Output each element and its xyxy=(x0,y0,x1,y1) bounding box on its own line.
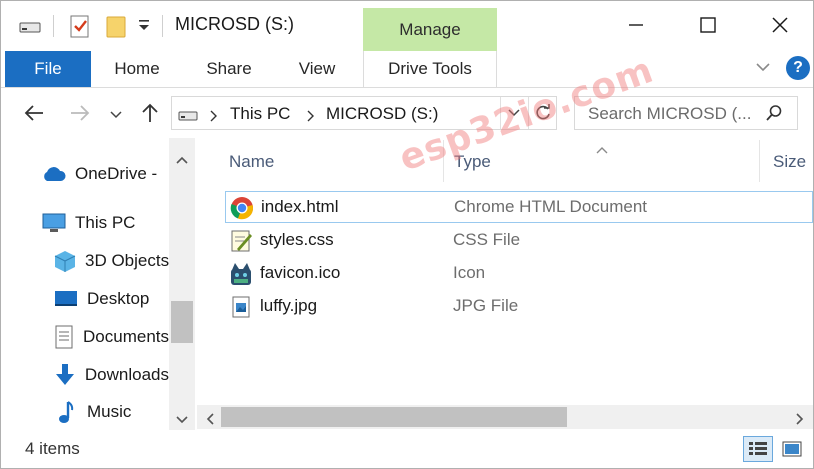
minimize-button[interactable] xyxy=(618,9,654,41)
jpg-file-icon xyxy=(229,295,253,319)
title-bar: MICROSD (S:) Manage xyxy=(1,1,813,51)
favicon-image-icon xyxy=(229,262,253,286)
tab-file[interactable]: File xyxy=(5,51,91,87)
music-note-icon xyxy=(53,400,79,424)
sidebar-item-label: Documents xyxy=(83,327,169,346)
table-row[interactable]: luffy.jpg JPG File xyxy=(225,291,813,323)
manage-context-tab[interactable]: Manage xyxy=(363,8,497,51)
sidebar-item-onedrive[interactable]: OneDrive - xyxy=(41,159,157,189)
ribbon-tab-bar: File Home Share View Drive Tools ? xyxy=(1,51,813,88)
file-type: Icon xyxy=(453,263,486,282)
sidebar-item-downloads[interactable]: Downloads xyxy=(53,360,169,390)
file-name: luffy.jpg xyxy=(260,296,318,315)
expand-ribbon-chevron-icon[interactable] xyxy=(753,57,773,82)
cloud-icon xyxy=(41,162,67,186)
scroll-down-icon[interactable] xyxy=(175,410,189,430)
status-bar: 4 items xyxy=(1,430,813,468)
drive-icon xyxy=(178,107,198,127)
explorer-window: MICROSD (S:) Manage File Home Share View… xyxy=(0,0,814,469)
column-header-size[interactable]: Size xyxy=(773,152,806,172)
sort-ascending-icon xyxy=(595,140,609,160)
title-divider xyxy=(162,15,163,37)
drive-icon[interactable] xyxy=(19,19,41,39)
scroll-right-icon[interactable] xyxy=(795,411,805,431)
sidebar-item-label: OneDrive - xyxy=(75,164,158,183)
file-list: Name Type Size index.html Chrome HTML Do… xyxy=(197,138,813,430)
up-arrow-icon[interactable] xyxy=(139,102,161,129)
breadcrumb-microsd[interactable]: MICROSD (S:) xyxy=(326,104,438,124)
file-name: index.html xyxy=(261,197,339,216)
desktop-icon xyxy=(53,287,79,311)
title-divider xyxy=(53,15,54,37)
maximize-button[interactable] xyxy=(690,9,726,41)
file-name: favicon.ico xyxy=(260,263,341,282)
file-type: Chrome HTML Document xyxy=(454,197,648,216)
customize-quick-access-icon[interactable] xyxy=(137,17,151,38)
scroll-up-icon[interactable] xyxy=(175,150,189,170)
cube-icon xyxy=(53,249,77,273)
details-view-button[interactable] xyxy=(743,436,773,462)
tab-share[interactable]: Share xyxy=(193,51,265,87)
help-icon[interactable]: ? xyxy=(786,56,810,80)
sidebar-item-desktop[interactable]: Desktop xyxy=(53,284,169,314)
scrollbar-thumb[interactable] xyxy=(221,407,567,427)
sidebar-item-this-pc[interactable]: This PC xyxy=(41,208,135,238)
file-type: CSS File xyxy=(453,230,521,249)
sidebar-item-3d-objects[interactable]: 3D Objects xyxy=(53,246,169,276)
tab-drive-tools[interactable]: Drive Tools xyxy=(363,51,497,87)
scroll-left-icon[interactable] xyxy=(205,411,215,431)
sidebar-item-documents[interactable]: Documents xyxy=(53,322,169,352)
css-file-icon xyxy=(229,229,253,253)
sidebar-item-label: Downloads xyxy=(84,365,169,384)
recent-locations-chevron-icon[interactable] xyxy=(109,106,123,126)
scrollbar-thumb[interactable] xyxy=(171,301,193,343)
sidebar-item-label: Music xyxy=(87,402,132,421)
new-folder-icon[interactable] xyxy=(105,13,127,44)
forward-arrow-icon[interactable] xyxy=(69,102,91,129)
file-type: JPG File xyxy=(453,296,519,315)
file-list-horizontal-scrollbar[interactable] xyxy=(197,405,813,429)
computer-icon xyxy=(41,211,67,235)
window-title: MICROSD (S:) xyxy=(175,14,294,34)
item-count: 4 items xyxy=(25,439,80,458)
document-icon xyxy=(53,325,75,349)
large-icons-view-button[interactable] xyxy=(777,436,807,462)
download-arrow-icon xyxy=(53,363,77,387)
sidebar-scrollbar[interactable] xyxy=(169,138,195,430)
navigation-bar: This PC MICROSD (S:) Search MICROSD (... xyxy=(1,88,813,138)
breadcrumb-separator-icon[interactable] xyxy=(209,107,219,127)
navigation-pane: OneDrive - This PC 3D Objects Desktop Do… xyxy=(1,138,196,430)
column-divider[interactable] xyxy=(759,140,760,182)
sidebar-item-label: Desktop xyxy=(87,289,150,308)
large-icons-view-icon xyxy=(782,441,802,457)
table-row[interactable]: styles.css CSS File xyxy=(225,225,813,257)
details-view-icon xyxy=(749,442,767,455)
column-header-name[interactable]: Name xyxy=(229,152,274,172)
tab-home[interactable]: Home xyxy=(101,51,173,87)
tab-view[interactable]: View xyxy=(281,51,353,87)
search-input[interactable]: Search MICROSD (... xyxy=(588,104,751,124)
sidebar-item-label: This PC xyxy=(75,213,136,232)
search-icon[interactable] xyxy=(765,104,783,127)
breadcrumb-separator-icon[interactable] xyxy=(306,107,316,127)
chrome-icon xyxy=(230,196,254,220)
properties-checklist-icon[interactable] xyxy=(69,13,91,44)
table-row[interactable]: favicon.ico Icon xyxy=(225,258,813,290)
file-name: styles.css xyxy=(260,230,334,249)
sidebar-item-label: 3D Objects xyxy=(85,251,169,270)
close-button[interactable] xyxy=(762,9,798,41)
back-arrow-icon[interactable] xyxy=(23,102,45,129)
sidebar-item-music[interactable]: Music xyxy=(53,397,169,427)
table-row[interactable]: index.html Chrome HTML Document xyxy=(225,191,813,223)
breadcrumb-this-pc[interactable]: This PC xyxy=(230,104,290,124)
